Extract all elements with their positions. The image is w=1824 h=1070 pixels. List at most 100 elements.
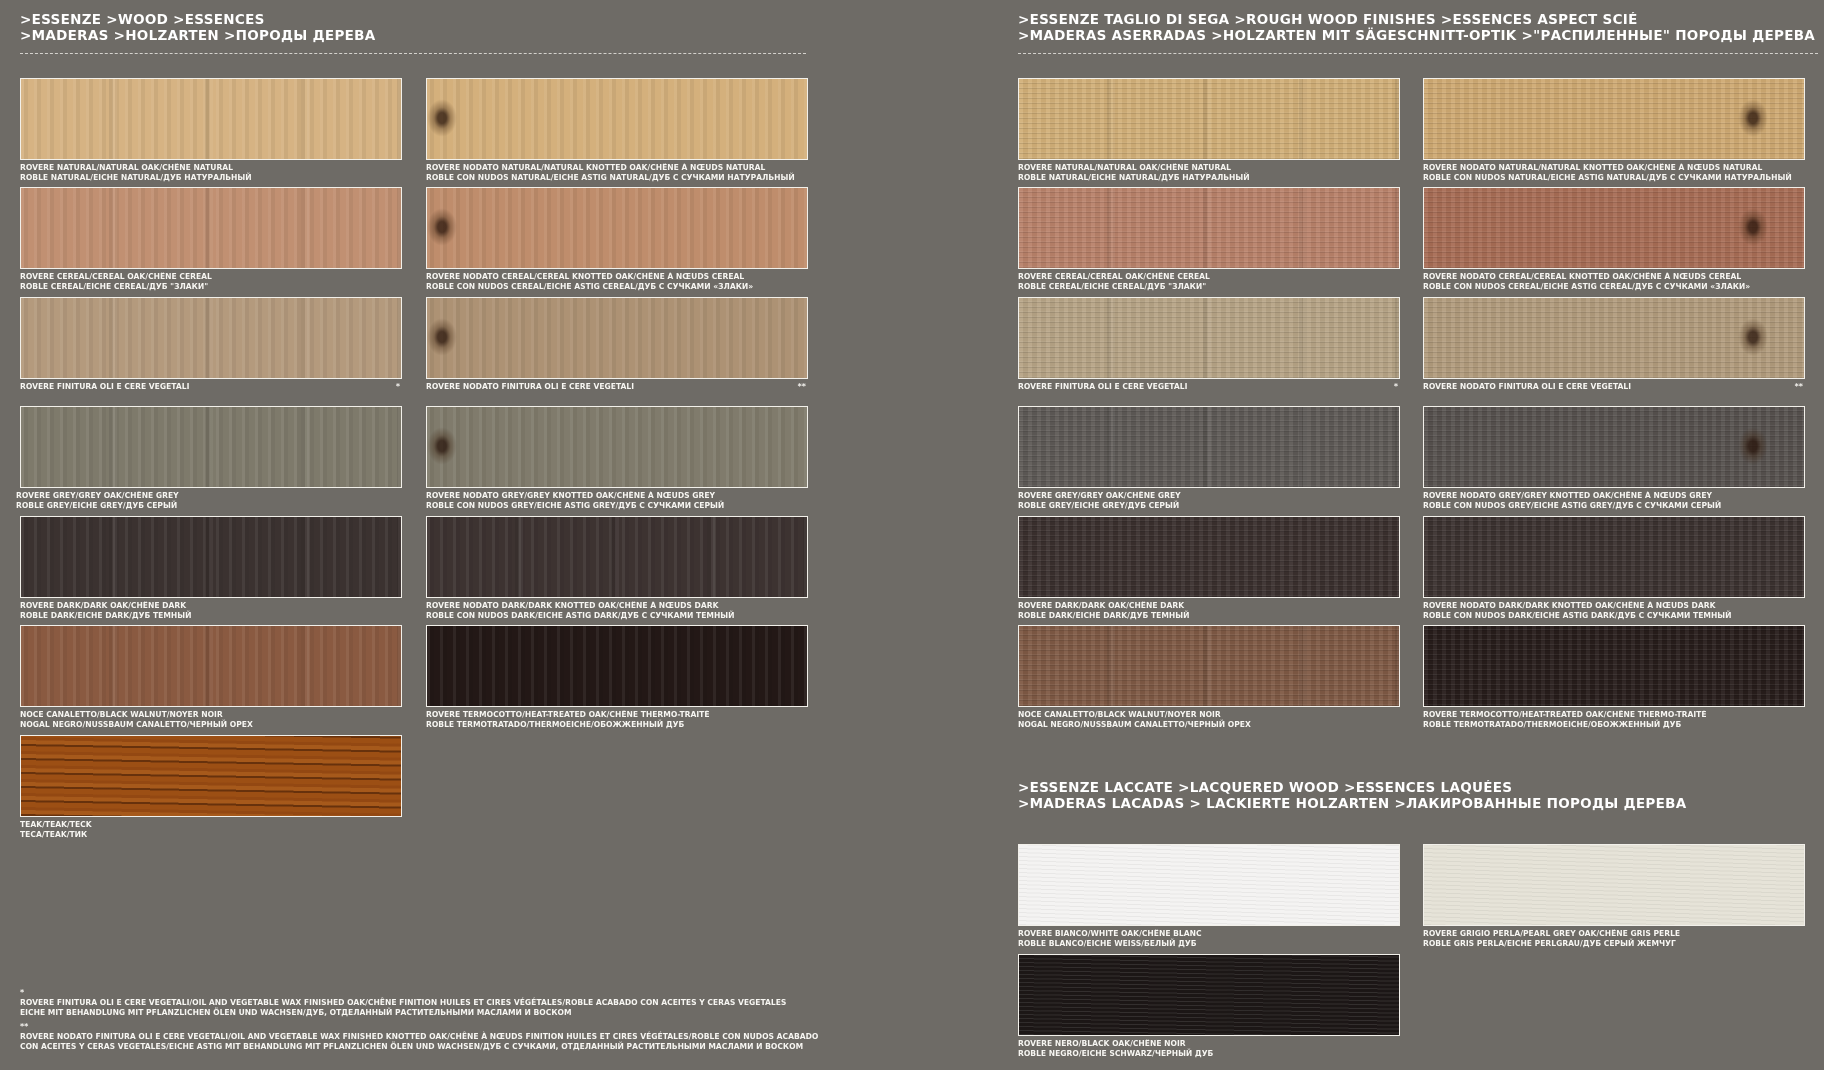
swatch-item[interactable]: ROVERE NERO/BLACK OAK/CHÊNE NOIR ROBLE N… bbox=[1018, 954, 1400, 1058]
swatch-item[interactable]: ROVERE NODATO CEREAL/CEREAL KNOTTED OAK/… bbox=[426, 187, 808, 291]
swatch-item[interactable]: ROVERE CEREAL/CEREAL OAK/CHÊNE CEREAL RO… bbox=[20, 187, 402, 291]
swatch-item[interactable]: ROVERE NODATO NATURAL/NATURAL KNOTTED OA… bbox=[1423, 78, 1805, 182]
wood-sample bbox=[1018, 844, 1400, 926]
swatch-item[interactable]: TEAK/TEAK/TECK TECA/TEAK/ТИК bbox=[20, 735, 402, 839]
wood-sample bbox=[20, 516, 402, 598]
swatch-item[interactable]: ROVERE NODATO FINITURA OLI E CERE VEGETA… bbox=[1423, 297, 1805, 392]
swatch-label: ROVERE FINITURA OLI E CERE VEGETALI * bbox=[1018, 382, 1398, 391]
wood-sample bbox=[1018, 78, 1400, 160]
wood-sample bbox=[20, 406, 402, 488]
footnote-marker: * bbox=[1393, 382, 1398, 391]
rough-header-line2: >MADERAS ASERRADAS >HOLZARTEN MIT SÄGESC… bbox=[1018, 28, 1816, 44]
rough-header-line1: >ESSENZE TAGLIO DI SEGA >ROUGH WOOD FINI… bbox=[1018, 12, 1638, 28]
swatch-label: ROVERE NODATO GREY/GREY KNOTTED OAK/CHÊN… bbox=[1423, 491, 1722, 510]
wood-sample bbox=[1423, 187, 1805, 269]
wood-sample bbox=[1423, 516, 1805, 598]
swatch-item[interactable]: ROVERE NODATO GREY/GREY KNOTTED OAK/CHÊN… bbox=[426, 406, 808, 510]
swatch-item[interactable]: NOCE CANALETTO/BLACK WALNUT/NOYER NOIR N… bbox=[1018, 625, 1400, 729]
footnote-marker: ** bbox=[1794, 382, 1803, 391]
swatch-label: ROVERE FINITURA OLI E CERE VEGETALI * bbox=[20, 382, 400, 391]
wood-sample bbox=[20, 735, 402, 817]
swatch-item[interactable]: ROVERE DARK/DARK OAK/CHÊNE DARK ROBLE DA… bbox=[1018, 516, 1400, 620]
swatch-item[interactable]: ROVERE NODATO CEREAL/CEREAL KNOTTED OAK/… bbox=[1423, 187, 1805, 291]
lacquered-header-line1: >ESSENZE LACCATE >LACQUERED WOOD >ESSENC… bbox=[1018, 780, 1513, 796]
swatch-item[interactable]: ROVERE NODATO DARK/DARK KNOTTED OAK/CHÊN… bbox=[1423, 516, 1805, 620]
swatch-item[interactable]: ROVERE TERMOCOTTO/HEAT-TREATED OAK/CHÊNE… bbox=[426, 625, 808, 729]
swatch-label: ROVERE CEREAL/CEREAL OAK/CHÊNE CEREAL RO… bbox=[1018, 272, 1210, 291]
wood-sample bbox=[1018, 406, 1400, 488]
swatch-label: ROVERE CEREAL/CEREAL OAK/CHÊNE CEREAL RO… bbox=[20, 272, 212, 291]
wood-sample bbox=[426, 187, 808, 269]
wood-sample bbox=[426, 78, 808, 160]
wood-sample bbox=[20, 78, 402, 160]
wood-sample bbox=[20, 187, 402, 269]
swatch-label: ROVERE NERO/BLACK OAK/CHÊNE NOIR ROBLE N… bbox=[1018, 1039, 1214, 1058]
swatch-label: ROVERE NODATO CEREAL/CEREAL KNOTTED OAK/… bbox=[426, 272, 754, 291]
swatch-label: NOCE CANALETTO/BLACK WALNUT/NOYER NOIR N… bbox=[20, 710, 253, 729]
lacquered-section-header: >ESSENZE LACCATE >LACQUERED WOOD >ESSENC… bbox=[1018, 780, 1818, 821]
swatch-item[interactable]: ROVERE DARK/DARK OAK/CHÊNE DARK ROBLE DA… bbox=[20, 516, 402, 620]
swatch-item[interactable]: ROVERE FINITURA OLI E CERE VEGETALI * bbox=[1018, 297, 1400, 392]
left-page: >ESSENZE >WOOD >ESSENCES >MADERAS >HOLZA… bbox=[0, 0, 912, 1070]
swatch-item[interactable]: ROVERE NODATO NATURAL/NATURAL KNOTTED OA… bbox=[426, 78, 808, 182]
swatch-label: ROVERE DARK/DARK OAK/CHÊNE DARK ROBLE DA… bbox=[20, 601, 192, 620]
swatch-item[interactable]: NOCE CANALETTO/BLACK WALNUT/NOYER NOIR N… bbox=[20, 625, 402, 729]
footnote: ** ROVERE NODATO FINITURA OLI E CERE VEG… bbox=[20, 1022, 819, 1051]
wood-sample bbox=[1018, 187, 1400, 269]
swatch-label: ROVERE GRIGIO PERLA/PEARL GREY OAK/CHÊNE… bbox=[1423, 929, 1681, 948]
swatch-label: NOCE CANALETTO/BLACK WALNUT/NOYER NOIR N… bbox=[1018, 710, 1251, 729]
swatch-label: ROVERE NATURAL/NATURAL OAK/CHÊNE NATURAL… bbox=[20, 163, 252, 182]
wood-sample bbox=[426, 406, 808, 488]
swatch-item[interactable]: ROVERE GREY/GREY OAK/CHÊNE GREY ROBLE GR… bbox=[16, 406, 402, 510]
swatch-item[interactable]: ROVERE NATURAL/NATURAL OAK/CHÊNE NATURAL… bbox=[20, 78, 402, 182]
swatch-item[interactable]: ROVERE GRIGIO PERLA/PEARL GREY OAK/CHÊNE… bbox=[1423, 844, 1805, 948]
wood-sample bbox=[20, 297, 402, 379]
swatch-label: ROVERE TERMOCOTTO/HEAT-TREATED OAK/CHÊNE… bbox=[1423, 710, 1707, 729]
swatch-item[interactable]: ROVERE NODATO GREY/GREY KNOTTED OAK/CHÊN… bbox=[1423, 406, 1805, 510]
swatch-item[interactable]: ROVERE NATURAL/NATURAL OAK/CHÊNE NATURAL… bbox=[1018, 78, 1400, 182]
swatch-label: ROVERE NODATO GREY/GREY KNOTTED OAK/CHÊN… bbox=[426, 491, 725, 510]
swatch-label: TEAK/TEAK/TECK TECA/TEAK/ТИК bbox=[20, 820, 92, 839]
swatch-label: ROVERE NODATO NATURAL/NATURAL KNOTTED OA… bbox=[426, 163, 795, 182]
swatch-item[interactable]: ROVERE GREY/GREY OAK/CHÊNE GREY ROBLE GR… bbox=[1018, 406, 1400, 510]
footnote-marker: ** bbox=[797, 382, 806, 391]
footnotes: * ROVERE FINITURA OLI E CERE VEGETALI/OI… bbox=[20, 988, 880, 1056]
swatch-label: ROVERE NODATO NATURAL/NATURAL KNOTTED OA… bbox=[1423, 163, 1792, 182]
wood-sample bbox=[1423, 406, 1805, 488]
swatch-label: ROVERE NODATO DARK/DARK KNOTTED OAK/CHÊN… bbox=[426, 601, 735, 620]
swatch-label: ROVERE GREY/GREY OAK/CHÊNE GREY ROBLE GR… bbox=[16, 491, 179, 510]
wood-sample bbox=[426, 625, 808, 707]
swatch-item[interactable]: ROVERE CEREAL/CEREAL OAK/CHÊNE CEREAL RO… bbox=[1018, 187, 1400, 291]
wood-section-header: >ESSENZE >WOOD >ESSENCES >MADERAS >HOLZA… bbox=[20, 12, 806, 54]
swatch-label: ROVERE NATURAL/NATURAL OAK/CHÊNE NATURAL… bbox=[1018, 163, 1250, 182]
wood-sample bbox=[426, 516, 808, 598]
rough-wood-section-header: >ESSENZE TAGLIO DI SEGA >ROUGH WOOD FINI… bbox=[1018, 12, 1818, 54]
swatch-label: ROVERE TERMOCOTTO/HEAT-TREATED OAK/CHÊNE… bbox=[426, 710, 710, 729]
wood-sample bbox=[20, 625, 402, 707]
footnote: * ROVERE FINITURA OLI E CERE VEGETALI/OI… bbox=[20, 988, 787, 1017]
swatch-item[interactable]: ROVERE NODATO DARK/DARK KNOTTED OAK/CHÊN… bbox=[426, 516, 808, 620]
swatch-item[interactable]: ROVERE BIANCO/WHITE OAK/CHÊNE BLANC ROBL… bbox=[1018, 844, 1400, 948]
wood-header-line2: >MADERAS >HOLZARTEN >ПОРОДЫ ДЕРЕВА bbox=[20, 28, 376, 44]
swatch-label: ROVERE NODATO CEREAL/CEREAL KNOTTED OAK/… bbox=[1423, 272, 1751, 291]
swatch-label: ROVERE GREY/GREY OAK/CHÊNE GREY ROBLE GR… bbox=[1018, 491, 1181, 510]
swatch-label: ROVERE BIANCO/WHITE OAK/CHÊNE BLANC ROBL… bbox=[1018, 929, 1202, 948]
wood-sample bbox=[1423, 78, 1805, 160]
wood-sample bbox=[1018, 954, 1400, 1036]
swatch-label: ROVERE NODATO FINITURA OLI E CERE VEGETA… bbox=[1423, 382, 1803, 391]
swatch-label: ROVERE NODATO DARK/DARK KNOTTED OAK/CHÊN… bbox=[1423, 601, 1732, 620]
swatch-item[interactable]: ROVERE FINITURA OLI E CERE VEGETALI * bbox=[20, 297, 402, 392]
wood-sample bbox=[1018, 625, 1400, 707]
wood-sample bbox=[1423, 844, 1805, 926]
right-page: >ESSENZE TAGLIO DI SEGA >ROUGH WOOD FINI… bbox=[912, 0, 1824, 1070]
swatch-item[interactable]: ROVERE NODATO FINITURA OLI E CERE VEGETA… bbox=[426, 297, 808, 392]
swatch-label: ROVERE DARK/DARK OAK/CHÊNE DARK ROBLE DA… bbox=[1018, 601, 1190, 620]
swatch-label: ROVERE NODATO FINITURA OLI E CERE VEGETA… bbox=[426, 382, 806, 391]
wood-sample bbox=[1018, 297, 1400, 379]
swatch-item[interactable]: ROVERE TERMOCOTTO/HEAT-TREATED OAK/CHÊNE… bbox=[1423, 625, 1805, 729]
wood-header-line1: >ESSENZE >WOOD >ESSENCES bbox=[20, 12, 265, 28]
footnote-marker: * bbox=[395, 382, 400, 391]
wood-sample bbox=[1423, 297, 1805, 379]
lacquered-header-line2: >MADERAS LACADAS > LACKIERTE HOLZARTEN >… bbox=[1018, 796, 1687, 812]
wood-sample bbox=[426, 297, 808, 379]
